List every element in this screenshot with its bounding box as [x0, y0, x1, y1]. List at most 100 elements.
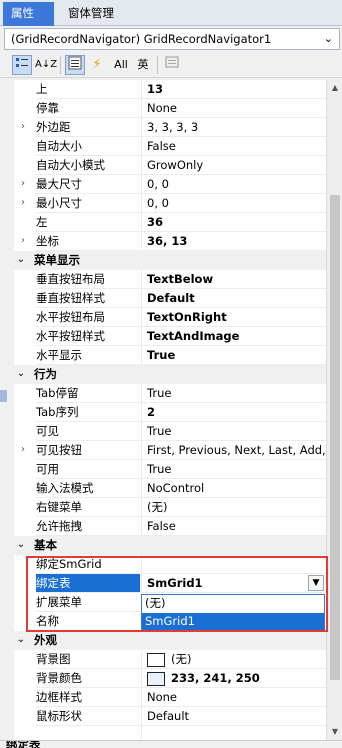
- collapse-icon[interactable]: ⌄: [14, 536, 28, 555]
- lightning-icon: ⚡: [92, 57, 102, 72]
- property-value[interactable]: None: [141, 688, 326, 707]
- property-value-dropdown[interactable]: SmGrid1 ▼: [141, 574, 326, 593]
- property-value[interactable]: TextBelow: [141, 270, 326, 289]
- tab-form-manager[interactable]: 窗体管理: [60, 2, 122, 26]
- property-value[interactable]: True: [141, 422, 326, 441]
- splitter-handle[interactable]: [0, 390, 7, 402]
- property-row[interactable]: › 最大尺寸 0, 0: [0, 175, 326, 194]
- property-row[interactable]: › 最小尺寸 0, 0: [0, 194, 326, 213]
- property-row[interactable]: 背景颜色 233, 241, 250: [0, 669, 326, 688]
- property-row[interactable]: › 坐标 36, 13: [0, 232, 326, 251]
- property-value[interactable]: TextAndImage: [141, 327, 326, 346]
- property-row[interactable]: Tab停留 True: [0, 384, 326, 403]
- property-value[interactable]: GrowOnly: [141, 156, 326, 175]
- property-value[interactable]: 233, 241, 250: [141, 669, 326, 688]
- property-pages-button[interactable]: [163, 55, 181, 75]
- scroll-thumb[interactable]: [330, 195, 340, 680]
- property-name: 允许拖拽: [36, 517, 140, 536]
- property-row[interactable]: › 可见按钮 First, Previous, Next, Last, Add,: [0, 441, 326, 460]
- property-value[interactable]: False: [141, 137, 326, 156]
- dropdown-option[interactable]: (无): [142, 595, 324, 613]
- scroll-up-icon[interactable]: ▲: [327, 80, 342, 96]
- property-row[interactable]: 自动大小模式 GrowOnly: [0, 156, 326, 175]
- property-value[interactable]: True: [141, 384, 326, 403]
- collapse-icon[interactable]: ⌄: [14, 251, 28, 270]
- property-value[interactable]: 2: [141, 403, 326, 422]
- property-value[interactable]: Default: [141, 289, 326, 308]
- events-button[interactable]: ⚡: [88, 55, 106, 75]
- description-title: 绑定表: [6, 740, 41, 748]
- property-row[interactable]: Tab序列 2: [0, 403, 326, 422]
- chevron-right-icon[interactable]: ›: [16, 118, 30, 137]
- property-value[interactable]: 36, 13: [141, 232, 326, 251]
- property-value[interactable]: 0, 0: [141, 194, 326, 213]
- property-value[interactable]: True: [141, 346, 326, 365]
- tab-bar: 属性 窗体管理: [0, 0, 342, 26]
- property-row-selected[interactable]: 绑定表 SmGrid1 ▼: [0, 574, 326, 593]
- chevron-right-icon[interactable]: ›: [16, 441, 30, 460]
- property-value[interactable]: [141, 555, 326, 574]
- property-row[interactable]: 允许拖拽 False: [0, 517, 326, 536]
- english-button[interactable]: 英: [134, 55, 152, 75]
- dropdown-arrow-icon[interactable]: ▼: [308, 575, 324, 591]
- property-value[interactable]: 36: [141, 213, 326, 232]
- category-label: 基本: [34, 538, 57, 552]
- property-row[interactable]: › 外边距 3, 3, 3, 3: [0, 118, 326, 137]
- property-name: 边框样式: [36, 688, 140, 707]
- dropdown-option-selected[interactable]: SmGrid1: [142, 613, 324, 631]
- categorized-button[interactable]: [12, 55, 32, 75]
- property-row[interactable]: 垂直按钮布局 TextBelow: [0, 270, 326, 289]
- chevron-right-icon[interactable]: ›: [16, 232, 30, 251]
- category-behavior[interactable]: ⌄ 行为: [0, 365, 326, 384]
- property-name: 名称: [36, 612, 140, 631]
- object-selector[interactable]: (GridRecordNavigator) GridRecordNavigato…: [4, 28, 340, 50]
- property-value[interactable]: 13: [141, 80, 326, 99]
- description-pane: 绑定表: [0, 740, 342, 748]
- property-row[interactable]: 鼠标形状 Default: [0, 707, 326, 726]
- category-appearance[interactable]: ⌄ 外观: [0, 631, 326, 650]
- property-value[interactable]: True: [141, 460, 326, 479]
- collapse-icon[interactable]: ⌄: [14, 365, 28, 384]
- category-menu-display[interactable]: ⌄ 菜单显示: [0, 251, 326, 270]
- property-value[interactable]: None: [141, 99, 326, 118]
- vertical-scrollbar[interactable]: ▲ ▼: [326, 80, 342, 740]
- property-row[interactable]: 绑定SmGrid: [0, 555, 326, 574]
- property-value[interactable]: First, Previous, Next, Last, Add,: [141, 441, 326, 460]
- property-row[interactable]: 边框样式 None: [0, 688, 326, 707]
- property-row[interactable]: 右键菜单 (无): [0, 498, 326, 517]
- chevron-right-icon[interactable]: ›: [16, 175, 30, 194]
- property-value[interactable]: (无): [141, 650, 326, 669]
- property-value[interactable]: [141, 726, 326, 740]
- property-value[interactable]: False: [141, 517, 326, 536]
- tab-properties[interactable]: 属性: [3, 2, 54, 26]
- property-name: 左: [36, 213, 140, 232]
- property-row[interactable]: 可见 True: [0, 422, 326, 441]
- property-value[interactable]: (无): [141, 498, 326, 517]
- property-row[interactable]: 左 36: [0, 213, 326, 232]
- property-row[interactable]: 水平按钮样式 TextAndImage: [0, 327, 326, 346]
- property-row[interactable]: 自动大小 False: [0, 137, 326, 156]
- property-value[interactable]: 3, 3, 3, 3: [141, 118, 326, 137]
- all-button[interactable]: All: [110, 55, 132, 75]
- property-value[interactable]: TextOnRight: [141, 308, 326, 327]
- property-row[interactable]: 停靠 None: [0, 99, 326, 118]
- chevron-right-icon[interactable]: ›: [16, 194, 30, 213]
- alphabetical-button[interactable]: A↓Z: [35, 55, 57, 75]
- property-name: [36, 726, 140, 740]
- property-row[interactable]: 垂直按钮样式 Default: [0, 289, 326, 308]
- property-row[interactable]: 水平按钮布局 TextOnRight: [0, 308, 326, 327]
- property-value[interactable]: 0, 0: [141, 175, 326, 194]
- property-row[interactable]: 背景图 (无): [0, 650, 326, 669]
- scroll-down-icon[interactable]: ▼: [327, 724, 342, 740]
- properties-button[interactable]: [65, 55, 85, 75]
- property-name: 垂直按钮样式: [36, 289, 140, 308]
- property-value[interactable]: NoControl: [141, 479, 326, 498]
- property-row[interactable]: 输入法模式 NoControl: [0, 479, 326, 498]
- property-row[interactable]: 水平显示 True: [0, 346, 326, 365]
- collapse-icon[interactable]: ⌄: [14, 631, 28, 650]
- property-row[interactable]: 上 13: [0, 80, 326, 99]
- property-row[interactable]: 可用 True: [0, 460, 326, 479]
- property-value[interactable]: Default: [141, 707, 326, 726]
- category-basic[interactable]: ⌄ 基本: [0, 536, 326, 555]
- property-row[interactable]: [0, 726, 326, 740]
